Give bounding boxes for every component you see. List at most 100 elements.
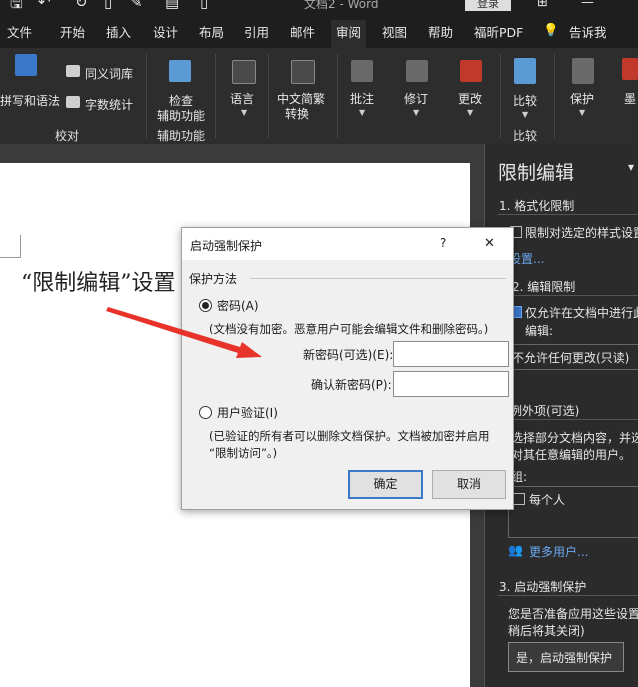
section-editing-title: 2. 编辑限制 [512, 280, 576, 294]
exceptions-title: 例外项(可选) [510, 404, 580, 418]
editing-restriction-label-2: 编辑: [525, 324, 554, 338]
tab-layout[interactable]: 布局 [199, 22, 224, 41]
formatting-restriction-label: 限制对选定的样式设置 [525, 226, 638, 240]
ribbon-divider [268, 54, 269, 138]
chevron-down-icon[interactable]: ▾ [628, 160, 634, 174]
group-divider [250, 278, 506, 279]
redo-icon[interactable]: ↻ [75, 0, 88, 11]
protection-method-label: 保护方法 [189, 272, 238, 286]
password-note: (文档没有加密。恶意用户可能会编辑文件和删除密码。) [209, 322, 489, 336]
ink-icon [622, 58, 638, 80]
protect-button[interactable]: 保护 [570, 90, 594, 107]
section-divider [498, 214, 638, 215]
print-preview-icon[interactable]: ▤ [165, 0, 179, 11]
enforce-description: 您是否准备应用这些设置 [508, 607, 638, 621]
ribbon-display-icon[interactable]: ⊞ [537, 0, 548, 10]
new-password-label: 新密码(可选)(E): [303, 348, 394, 362]
check-accessibility-label-2: 辅助功能 [157, 109, 206, 123]
chinese-conversion-icon [291, 60, 315, 84]
settings-link[interactable]: 设置... [509, 250, 544, 267]
language-icon [232, 60, 256, 84]
groups-list[interactable] [508, 486, 638, 538]
minimize-icon[interactable]: — [581, 0, 594, 10]
enforce-description-2: 稍后将其关闭) [508, 624, 585, 638]
tab-review[interactable]: 审阅 [331, 20, 367, 49]
section-divider [498, 295, 638, 296]
touch-mode-icon[interactable]: ▯ [200, 0, 208, 11]
everyone-label: 每个人 [529, 493, 566, 507]
word-count-icon [66, 96, 80, 108]
start-enforcing-dialog: 启动强制保护 ? ✕ 保护方法 密码(A) (文档没有加密。恶意用户可能会编辑文… [181, 227, 514, 510]
chevron-down-icon: ▼ [413, 108, 420, 117]
thesaurus-icon [66, 65, 80, 77]
start-enforcing-label: 是，启动强制保护 [516, 651, 613, 665]
chinese-conversion-label-2: 转换 [285, 107, 310, 121]
login-button[interactable]: 登录 [465, 0, 511, 11]
user-auth-radio-label: 用户验证(I) [217, 406, 278, 420]
close-icon[interactable]: ✕ [484, 236, 495, 251]
tab-file[interactable]: 文件 [7, 22, 32, 41]
comments-icon [351, 60, 373, 82]
ribbon: 拼写和语法 同义词库 字数统计 校对 检查 辅助功能 辅助功能 语言 ▼ 中文简… [0, 48, 638, 144]
tab-design[interactable]: 设计 [153, 22, 178, 41]
cancel-button[interactable]: 取消 [432, 470, 506, 499]
section-divider [498, 419, 638, 420]
tab-help[interactable]: 帮助 [428, 22, 453, 41]
everyone-checkbox[interactable] [513, 493, 525, 505]
language-button[interactable]: 语言 [230, 90, 254, 107]
tracking-button[interactable]: 修订 [404, 90, 428, 107]
user-auth-note-2: “限制访问”。) [209, 446, 278, 460]
ok-button[interactable]: 确定 [348, 470, 423, 499]
user-auth-note: (已验证的所有者可以删除文档保护。文档被加密并启用 [209, 429, 490, 443]
tab-view[interactable]: 视图 [382, 22, 407, 41]
section-divider [498, 595, 638, 596]
new-doc-icon[interactable]: ▯ [104, 0, 112, 11]
new-password-input[interactable] [393, 341, 509, 367]
help-icon[interactable]: ? [440, 236, 446, 250]
chevron-down-icon: ▼ [359, 108, 366, 117]
group-accessibility-label: 辅助功能 [157, 129, 206, 143]
password-radio[interactable] [199, 299, 212, 312]
exceptions-description-2: 对其任意编辑的用户。 [511, 448, 632, 462]
exceptions-description: 选择部分文档内容，并选 [511, 431, 638, 445]
group-compare-label: 比较 [513, 129, 538, 143]
comments-button[interactable]: 批注 [350, 90, 374, 107]
changes-icon [460, 60, 482, 82]
ribbon-divider [146, 54, 147, 138]
window-title: 文档2 - Word [304, 0, 379, 11]
confirm-password-label: 确认新密码(P): [311, 378, 392, 392]
section-formatting-title: 1. 格式化限制 [499, 199, 575, 213]
protect-icon [572, 58, 594, 84]
title-bar: 🖫 ↶ ↻ ▯ ✎ ▤ ▯ 文档2 - Word 登录 ⊞ — [0, 0, 638, 14]
edit-mode-value: 不允许任何更改(只读) [512, 351, 630, 365]
format-painter-icon[interactable]: ✎ [130, 0, 143, 11]
tab-mailings[interactable]: 邮件 [290, 22, 315, 41]
tab-home[interactable]: 开始 [60, 22, 85, 41]
lightbulb-icon: 💡 [543, 22, 559, 37]
ink-button[interactable]: 墨 [624, 90, 636, 107]
password-radio-label: 密码(A) [217, 299, 259, 313]
confirm-password-input[interactable] [393, 371, 509, 397]
section-enforce-title: 3. 启动强制保护 [499, 580, 587, 594]
word-count-button[interactable]: 字数统计 [85, 96, 133, 113]
save-icon[interactable]: 🖫 [10, 0, 23, 14]
changes-button[interactable]: 更改 [458, 90, 482, 107]
compare-icon [514, 58, 536, 84]
spelling-button[interactable]: 拼写和语法 [0, 92, 60, 109]
ribbon-divider [215, 54, 216, 138]
document-text[interactable]: “限制编辑”设置 [21, 265, 176, 297]
margin-corner-mark [0, 235, 21, 258]
tab-insert[interactable]: 插入 [106, 22, 131, 41]
undo-icon[interactable]: ↶ [38, 0, 51, 11]
ribbon-divider [500, 54, 501, 138]
user-auth-radio[interactable] [199, 406, 212, 419]
tell-me-search[interactable]: 告诉我 [569, 22, 607, 41]
tab-foxit-pdf[interactable]: 福昕PDF [474, 22, 523, 41]
thesaurus-button[interactable]: 同义词库 [85, 65, 133, 82]
more-users-link[interactable]: 更多用户... [529, 543, 588, 560]
chevron-down-icon: ▼ [241, 108, 248, 117]
ribbon-divider [554, 54, 555, 138]
ribbon-tabs: 文件 开始 插入 设计 布局 引用 邮件 审阅 视图 帮助 福昕PDF 💡 告诉… [0, 14, 638, 49]
tab-references[interactable]: 引用 [244, 22, 269, 41]
compare-button[interactable]: 比较 [513, 92, 537, 109]
